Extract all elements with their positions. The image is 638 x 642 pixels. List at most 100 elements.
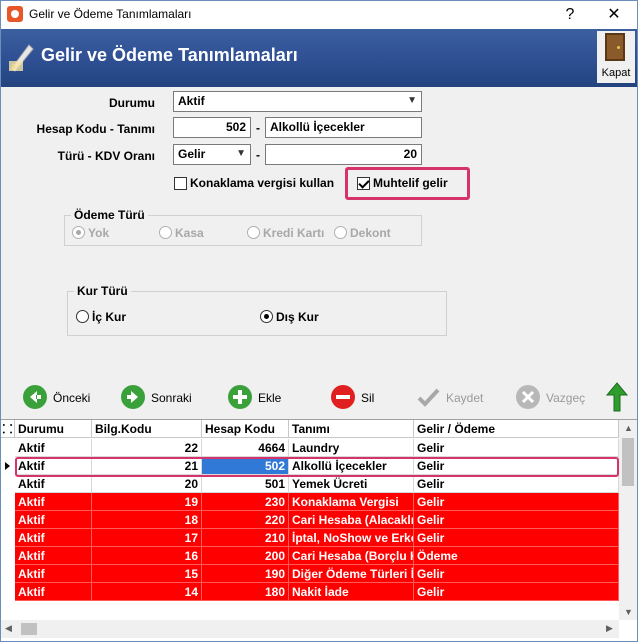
help-icon: ?: [565, 6, 575, 23]
table-row[interactable]: Aktif 16 200 Cari Hesaba (Borçlu K Ödeme: [1, 547, 619, 565]
row-name[interactable]: Laundry: [289, 439, 414, 457]
window-title: Gelir ve Ödeme Tanımlamaları: [29, 7, 192, 21]
row-status[interactable]: Aktif: [15, 511, 92, 529]
row-indicator: [1, 583, 15, 601]
close-button[interactable]: Kapat: [597, 31, 635, 83]
col-info-code[interactable]: Bilg.Kodu: [92, 420, 202, 438]
col-status[interactable]: Durumu: [15, 420, 92, 438]
row-account-code[interactable]: 4664: [202, 439, 289, 457]
arrow-right-icon: [121, 385, 145, 409]
external-rate-radio[interactable]: [260, 310, 273, 323]
table-row[interactable]: Aktif 17 210 İptal, NoShow ve Erke Gelir: [1, 529, 619, 547]
row-name[interactable]: Cari Hesaba (Borçlu K: [289, 547, 414, 565]
vertical-scroll-thumb[interactable]: [622, 438, 634, 486]
definition-form: Durumu Aktif ▼ Hesap Kodu - Tanımı 502 -…: [1, 87, 637, 377]
internal-rate-radio[interactable]: [76, 310, 89, 323]
accommodation-tax-checkbox[interactable]: [174, 177, 187, 190]
row-account-code[interactable]: 230: [202, 493, 289, 511]
row-account-code[interactable]: 190: [202, 565, 289, 583]
row-status[interactable]: Aktif: [15, 565, 92, 583]
table-row[interactable]: Aktif 15 190 Diğer Ödeme Türleri İ Gelir: [1, 565, 619, 583]
misc-income-checkbox[interactable]: [357, 177, 370, 190]
arrow-left-icon: [23, 385, 47, 409]
status-select[interactable]: Aktif ▼: [173, 91, 422, 112]
row-info-code[interactable]: 16: [92, 547, 202, 565]
row-status[interactable]: Aktif: [15, 529, 92, 547]
row-indicator: [1, 511, 15, 529]
row-status[interactable]: Aktif: [15, 439, 92, 457]
row-info-code[interactable]: 18: [92, 511, 202, 529]
add-label: Ekle: [258, 391, 282, 405]
row-info-code[interactable]: 17: [92, 529, 202, 547]
rate-type-group: Kur Türü İç Kur Dış Kur: [67, 284, 447, 336]
account-code-input[interactable]: 502: [173, 117, 251, 138]
col-name[interactable]: Tanımı: [289, 420, 414, 438]
row-name[interactable]: Konaklama Vergisi: [289, 493, 414, 511]
horizontal-scrollbar[interactable]: ◀ ▶: [1, 620, 619, 638]
account-label: Hesap Kodu - Tanımı: [36, 122, 155, 136]
cancel-x-icon: [516, 385, 540, 409]
next-label: Sonraki: [151, 391, 192, 405]
row-account-code[interactable]: 210: [202, 529, 289, 547]
row-indicator: [1, 493, 15, 511]
row-status[interactable]: Aktif: [15, 583, 92, 601]
table-row[interactable]: Aktif 14 180 Nakit İade Gelir: [1, 583, 619, 601]
row-info-code[interactable]: 19: [92, 493, 202, 511]
payment-card-label: Kredi Kartı: [263, 226, 325, 240]
payment-none-radio[interactable]: [72, 226, 85, 239]
row-kind[interactable]: Gelir: [414, 583, 619, 601]
current-row-arrow-icon: [1, 457, 15, 475]
table-row[interactable]: Aktif 22 4664 Laundry Gelir: [1, 439, 619, 457]
window-close-button[interactable]: ✕: [591, 1, 637, 29]
row-kind[interactable]: Gelir: [414, 493, 619, 511]
row-info-code[interactable]: 20: [92, 475, 202, 493]
row-kind[interactable]: Gelir: [414, 475, 619, 493]
selected-row-highlight: [15, 457, 619, 477]
row-status[interactable]: Aktif: [15, 547, 92, 565]
payment-cash-radio[interactable]: [159, 226, 172, 239]
vat-rate-input[interactable]: 20: [265, 144, 422, 165]
row-name[interactable]: Yemek Ücreti: [289, 475, 414, 493]
table-row[interactable]: Aktif 19 230 Konaklama Vergisi Gelir: [1, 493, 619, 511]
scroll-right-icon: ▶: [606, 623, 613, 633]
table-row[interactable]: Aktif 18 220 Cari Hesaba (Alacaklı Gelir: [1, 511, 619, 529]
row-info-code[interactable]: 14: [92, 583, 202, 601]
account-dash: -: [256, 121, 260, 135]
col-kind[interactable]: Gelir / Ödeme: [414, 420, 619, 438]
row-info-code[interactable]: 15: [92, 565, 202, 583]
status-label: Durumu: [109, 96, 155, 110]
row-account-code[interactable]: 200: [202, 547, 289, 565]
row-kind[interactable]: Gelir: [414, 529, 619, 547]
row-account-code[interactable]: 501: [202, 475, 289, 493]
door-icon: [605, 33, 625, 61]
row-name[interactable]: Diğer Ödeme Türleri İ: [289, 565, 414, 583]
table-row[interactable]: Aktif 20 501 Yemek Ücreti Gelir: [1, 475, 619, 493]
row-account-code[interactable]: 220: [202, 511, 289, 529]
up-button[interactable]: [605, 381, 629, 412]
save-label: Kaydet: [446, 391, 484, 405]
vertical-scrollbar[interactable]: ▲ ▼: [619, 420, 637, 620]
window: Gelir ve Ödeme Tanımlamaları ? ✕ Gelir v…: [0, 0, 638, 642]
row-status[interactable]: Aktif: [15, 493, 92, 511]
horizontal-scroll-thumb[interactable]: [21, 623, 37, 635]
payment-card-radio[interactable]: [247, 226, 260, 239]
row-name[interactable]: Nakit İade: [289, 583, 414, 601]
row-status[interactable]: Aktif: [15, 475, 92, 493]
type-select[interactable]: Gelir ▼: [173, 144, 251, 165]
col-account-code[interactable]: Hesap Kodu: [202, 420, 289, 438]
row-name[interactable]: Cari Hesaba (Alacaklı: [289, 511, 414, 529]
account-name-input[interactable]: Alkollü İçecekler: [265, 117, 422, 138]
row-kind[interactable]: Gelir: [414, 565, 619, 583]
internal-rate-label: İç Kur: [92, 310, 127, 324]
row-kind[interactable]: Gelir: [414, 511, 619, 529]
row-kind[interactable]: Ödeme: [414, 547, 619, 565]
row-kind[interactable]: Gelir: [414, 439, 619, 457]
row-name[interactable]: İptal, NoShow ve Erke: [289, 529, 414, 547]
row-info-code[interactable]: 22: [92, 439, 202, 457]
row-indicator: [1, 565, 15, 583]
row-account-code[interactable]: 180: [202, 583, 289, 601]
grid-header: ⸬ Durumu Bilg.Kodu Hesap Kodu Tanımı Gel…: [1, 420, 619, 438]
help-button[interactable]: ?: [547, 1, 593, 29]
row-indicator: [1, 439, 15, 457]
payment-slip-radio[interactable]: [334, 226, 347, 239]
